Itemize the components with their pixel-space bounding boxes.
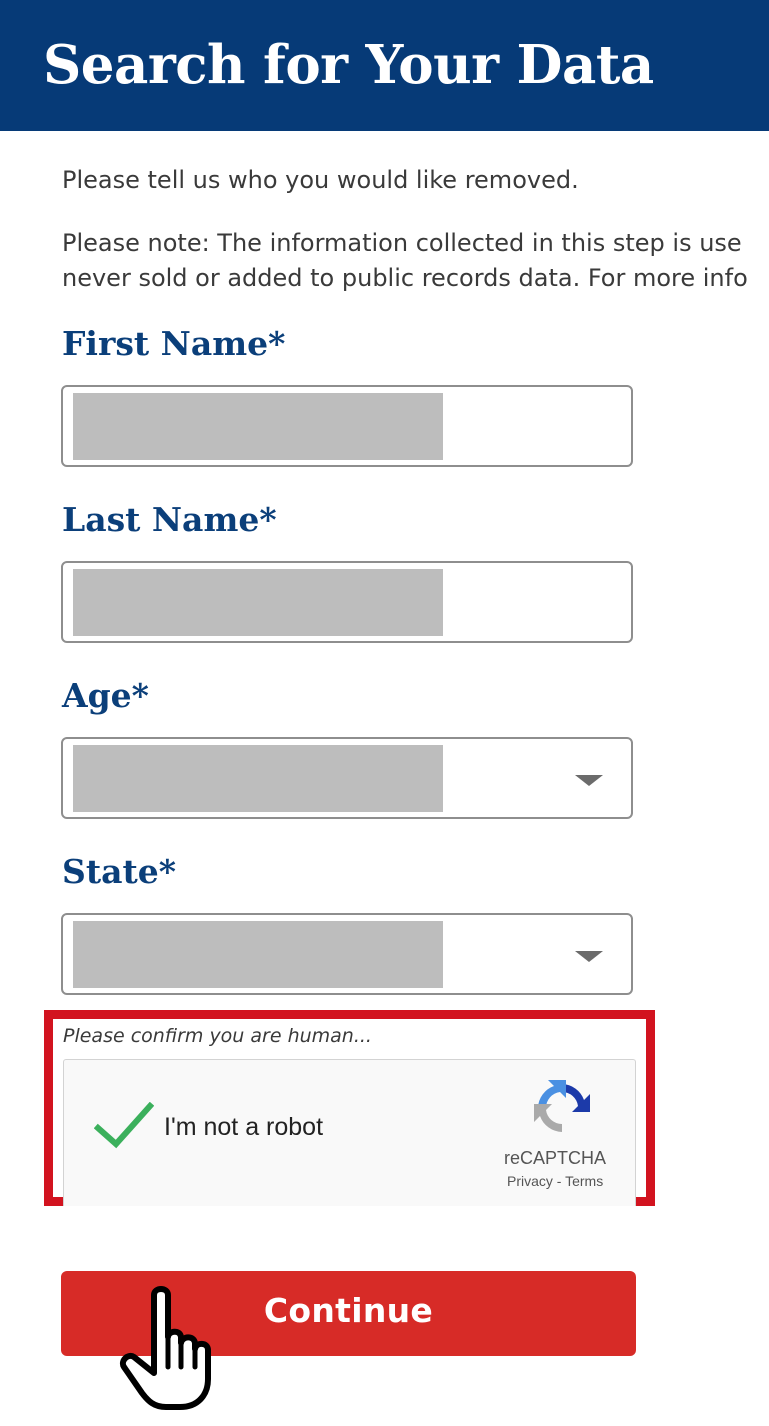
state-label: State*: [62, 852, 176, 891]
caret-down-icon: [575, 951, 603, 962]
privacy-note-line: never sold or added to public records da…: [62, 264, 748, 292]
last-name-input[interactable]: [61, 561, 633, 643]
hand-pointer-icon: [120, 1286, 211, 1410]
first-name-label: First Name*: [62, 324, 286, 363]
page-title: Search for Your Data: [43, 34, 654, 96]
recaptcha-link-separator: -: [552, 1173, 566, 1189]
age-label: Age*: [62, 676, 149, 715]
checkmark-icon[interactable]: [94, 1102, 154, 1150]
page: Search for Your Data Please tell us who …: [0, 0, 769, 1426]
first-name-input[interactable]: [61, 385, 633, 467]
privacy-note: Please note: The information collected i…: [62, 226, 769, 296]
caret-down-icon: [575, 775, 603, 786]
page-header: Search for Your Data: [0, 0, 769, 131]
redacted-value: [73, 921, 443, 988]
captcha-prompt: Please confirm you are human...: [63, 1025, 372, 1047]
redacted-value: [73, 393, 443, 460]
redacted-value: [73, 569, 443, 636]
recaptcha-privacy-link[interactable]: Privacy: [507, 1173, 553, 1189]
captcha-highlight: Please confirm you are human... I'm not …: [44, 1010, 655, 1206]
privacy-note-line: Please note: The information collected i…: [62, 229, 742, 257]
recaptcha-links: Privacy - Terms: [507, 1173, 603, 1189]
intro-text: Please tell us who you would like remove…: [62, 166, 579, 194]
state-select[interactable]: [61, 913, 633, 995]
recaptcha-logo-icon: [534, 1080, 590, 1132]
last-name-label: Last Name*: [62, 500, 277, 539]
redacted-value: [73, 745, 443, 812]
recaptcha-checkbox-label[interactable]: I'm not a robot: [164, 1113, 323, 1142]
recaptcha-widget: I'm not a robot reCAPTCHA Privacy - Term…: [63, 1059, 636, 1206]
recaptcha-terms-link[interactable]: Terms: [565, 1173, 603, 1189]
recaptcha-brand: reCAPTCHA: [504, 1148, 607, 1168]
age-select[interactable]: [61, 737, 633, 819]
